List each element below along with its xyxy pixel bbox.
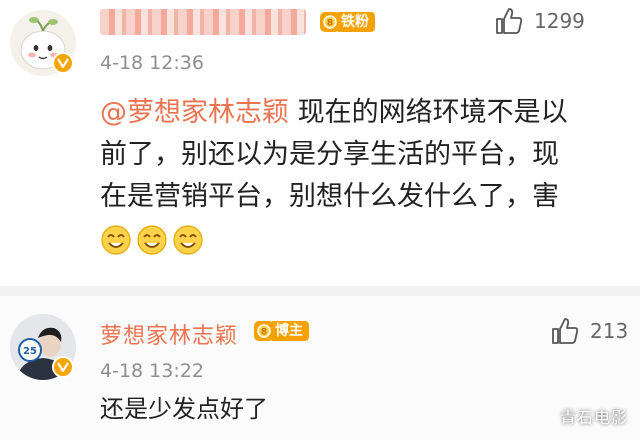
rank-badge: 8 铁粉 <box>318 10 375 34</box>
comment-text: 还是少发点好了 <box>100 395 268 423</box>
comment-line: 前了，别还以为是分享生活的平台，现 <box>100 139 559 170</box>
smile-emoji <box>101 225 131 255</box>
like-count: 1299 <box>534 9 585 33</box>
verified-badge-icon <box>52 356 74 378</box>
blurred-user-name[interactable] <box>100 9 306 35</box>
verified-badge-icon <box>52 52 74 74</box>
smile-emoji <box>173 225 203 255</box>
thumbs-up-icon <box>552 318 579 344</box>
rank-label: 铁粉 <box>338 12 375 32</box>
comment-time: 4-18 13:22 <box>100 360 204 382</box>
svg-text:8: 8 <box>327 19 333 29</box>
rank-badge: 8 博主 <box>252 319 309 343</box>
comment-line: 在是营销平台，别想什么发什么了，害 <box>100 181 559 212</box>
mention-link[interactable]: @萝想家林志颖 <box>100 97 289 128</box>
comment-card: 8 铁粉 4-18 12:36 1299 @萝想家林志颖 现在的网络环境不是以 … <box>0 0 640 286</box>
like-button[interactable]: 213 <box>550 316 628 346</box>
like-button[interactable]: 1299 <box>494 6 585 36</box>
comment-line: @萝想家林志颖 现在的网络环境不是以 <box>100 97 568 128</box>
svg-text:25: 25 <box>23 346 37 357</box>
comment-text: @萝想家林志颖 现在的网络环境不是以 前了，别还以为是分享生活的平台，现 在是营… <box>100 92 568 256</box>
comment-divider <box>0 286 640 296</box>
thumbs-up-icon <box>496 8 523 34</box>
rank-label: 博主 <box>272 321 309 341</box>
svg-text:8: 8 <box>261 328 267 338</box>
emoji-row <box>100 224 568 256</box>
user-name[interactable]: 萝想家林志颖 <box>100 318 238 350</box>
smile-emoji <box>137 225 167 255</box>
watermark-text: 青石电影 <box>559 408 628 427</box>
like-count: 213 <box>590 319 629 343</box>
comment-card <box>0 296 640 440</box>
comment-time: 4-18 12:36 <box>100 52 204 74</box>
